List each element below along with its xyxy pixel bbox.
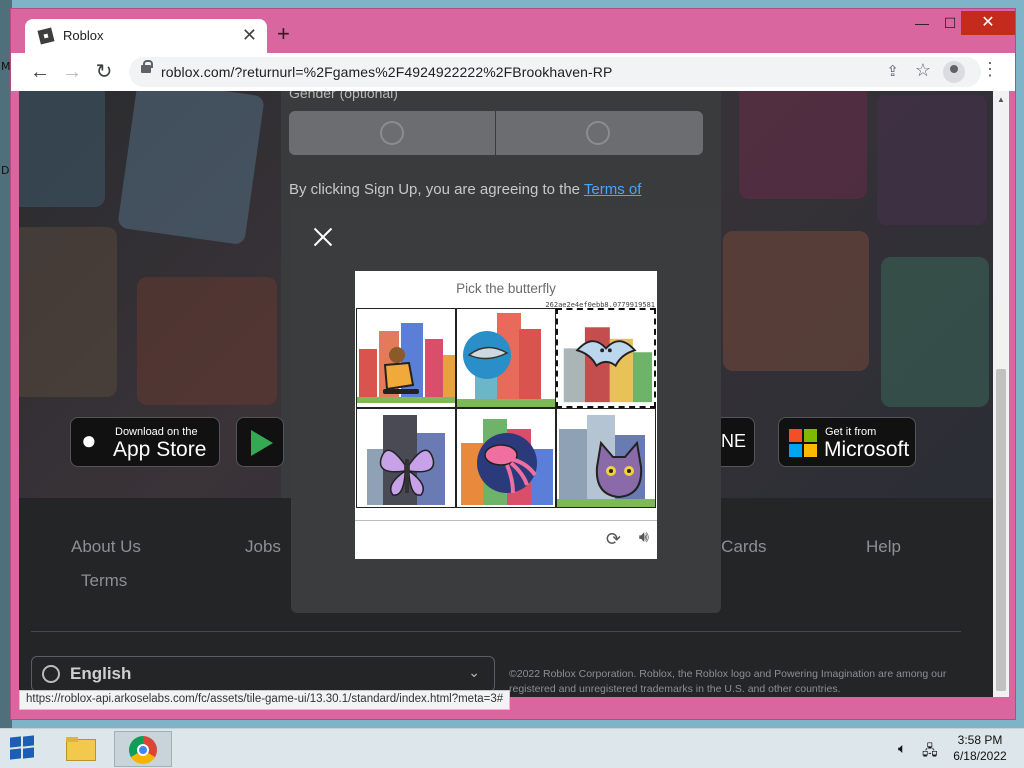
- captcha-reload-icon[interactable]: ⟳: [606, 529, 621, 550]
- close-icon[interactable]: [311, 225, 335, 249]
- game-thumbnail: [137, 277, 277, 405]
- squid-icon: [461, 419, 553, 505]
- microsoft-big: Microsoft: [824, 438, 910, 461]
- shark-icon: [457, 313, 555, 407]
- cat-icon: [557, 415, 655, 507]
- google-play-icon: [251, 430, 273, 456]
- globe-icon: [42, 665, 60, 683]
- captcha-tile-skateboarder[interactable]: [356, 308, 456, 408]
- app-store-badge[interactable]: ● Download on the App Store: [70, 417, 220, 467]
- game-thumbnail: [877, 95, 987, 225]
- taskbar: 🔈︎ 🖧︎ 3:58 PM 6/18/2022: [0, 728, 1024, 768]
- footer-link-jobs[interactable]: Jobs: [245, 537, 281, 557]
- footer-link-about[interactable]: About Us: [71, 537, 141, 557]
- captcha-grid: [356, 308, 656, 508]
- gender-label: Gender (optional): [289, 91, 398, 101]
- gender-selector: [289, 111, 703, 155]
- footer-link-help[interactable]: Help: [866, 537, 901, 557]
- captcha-frame: Pick the butterfly 262ae2e4ef0ebb8.07799…: [355, 271, 657, 559]
- menu-kebab-icon[interactable]: ⋮: [981, 59, 999, 80]
- browser-window: Roblox ✕ + — ☐ ✕ ← → ↻ roblox.com/?retur…: [10, 8, 1016, 720]
- close-window-button[interactable]: ✕: [961, 11, 1015, 35]
- address-bar[interactable]: roblox.com/?returnurl=%2Fgames%2F4924922…: [129, 57, 981, 87]
- share-icon[interactable]: ⇪: [886, 62, 899, 80]
- captcha-prompt: Pick the butterfly: [456, 281, 556, 296]
- tab-strip: Roblox ✕ + — ☐ ✕: [11, 9, 1015, 53]
- language-select[interactable]: English ⌄: [31, 656, 495, 692]
- app-store-big: App Store: [113, 438, 207, 461]
- page-scrollbar[interactable]: ▲: [993, 91, 1009, 697]
- game-thumbnail: [723, 231, 869, 371]
- chrome-taskbar-icon[interactable]: [114, 731, 172, 767]
- captcha-tile-cat[interactable]: [556, 408, 656, 508]
- page-viewport: Gender (optional) By clicking Sign Up, y…: [19, 91, 993, 697]
- tab-close-icon[interactable]: ✕: [242, 25, 257, 45]
- microsoft-small: Get it from: [825, 426, 877, 438]
- browser-toolbar: ← → ↻ roblox.com/?returnurl=%2Fgames%2F4…: [11, 53, 1015, 91]
- gender-male-icon[interactable]: [586, 121, 610, 145]
- game-thumbnail: [881, 257, 989, 407]
- reload-button[interactable]: ↻: [91, 59, 117, 85]
- bat-icon: [563, 327, 653, 403]
- captcha-tile-bat[interactable]: [556, 308, 656, 408]
- desktop-icon-label[interactable]: D: [1, 164, 9, 177]
- captcha-tile-squid[interactable]: [456, 408, 556, 508]
- skateboarder-icon: [357, 323, 455, 403]
- captcha-divider: [355, 520, 657, 521]
- app-store-small: Download on the: [115, 426, 198, 438]
- bookmark-star-icon[interactable]: ☆: [915, 60, 931, 81]
- profile-avatar-icon[interactable]: [943, 61, 965, 83]
- new-tab-button[interactable]: +: [277, 23, 290, 45]
- scroll-thumb[interactable]: [996, 369, 1006, 691]
- gender-divider: [495, 111, 496, 155]
- scroll-up-icon[interactable]: ▲: [997, 95, 1005, 104]
- url-text[interactable]: roblox.com/?returnurl=%2Fgames%2F4924922…: [161, 64, 612, 80]
- file-explorer-taskbar-icon[interactable]: [52, 731, 110, 767]
- footer-divider: [31, 631, 961, 632]
- clock[interactable]: 3:58 PM 6/18/2022: [950, 733, 1010, 763]
- clock-time: 3:58 PM: [957, 733, 1003, 747]
- microsoft-logo-icon: [789, 429, 817, 457]
- network-icon[interactable]: 🖧︎: [922, 740, 938, 764]
- apple-icon: ●: [81, 425, 97, 455]
- game-thumbnail: [19, 91, 105, 207]
- captcha-modal: Pick the butterfly 262ae2e4ef0ebb8.07799…: [291, 207, 721, 613]
- terms-text: By clicking Sign Up, you are agreeing to…: [289, 181, 584, 198]
- game-thumbnail: [117, 91, 265, 246]
- volume-muted-icon[interactable]: 🔈︎: [898, 740, 906, 757]
- game-thumbnail: [739, 91, 867, 199]
- back-button[interactable]: ←: [27, 59, 53, 85]
- roblox-favicon-icon: [37, 27, 55, 45]
- butterfly-icon: [367, 415, 445, 505]
- windows-start-icon[interactable]: [10, 735, 36, 761]
- game-thumbnail: [19, 227, 117, 397]
- lock-icon[interactable]: [141, 60, 153, 73]
- tab-roblox[interactable]: Roblox ✕: [25, 19, 267, 53]
- terms-link[interactable]: Terms of: [584, 181, 642, 198]
- forward-button[interactable]: →: [59, 59, 85, 85]
- gender-female-icon[interactable]: [380, 121, 404, 145]
- microsoft-store-badge[interactable]: Get it from Microsoft: [778, 417, 916, 467]
- minimize-button[interactable]: —: [907, 11, 937, 35]
- tab-title: Roblox: [63, 28, 104, 43]
- terms-notice: By clicking Sign Up, you are agreeing to…: [289, 181, 641, 198]
- chevron-down-icon: ⌄: [468, 664, 480, 680]
- status-url-bubble: https://roblox-api.arkoselabs.com/fc/ass…: [19, 690, 511, 710]
- footer-link-terms[interactable]: Terms: [81, 571, 127, 591]
- captcha-tile-butterfly[interactable]: [356, 408, 456, 508]
- google-play-badge[interactable]: [236, 417, 284, 467]
- copyright-text: ©2022 Roblox Corporation. Roblox, the Ro…: [509, 668, 947, 695]
- captcha-audio-icon[interactable]: 🔊︎: [639, 529, 649, 547]
- captcha-tile-shark[interactable]: [456, 308, 556, 408]
- language-value: English: [70, 664, 132, 683]
- clock-date: 6/18/2022: [953, 749, 1007, 763]
